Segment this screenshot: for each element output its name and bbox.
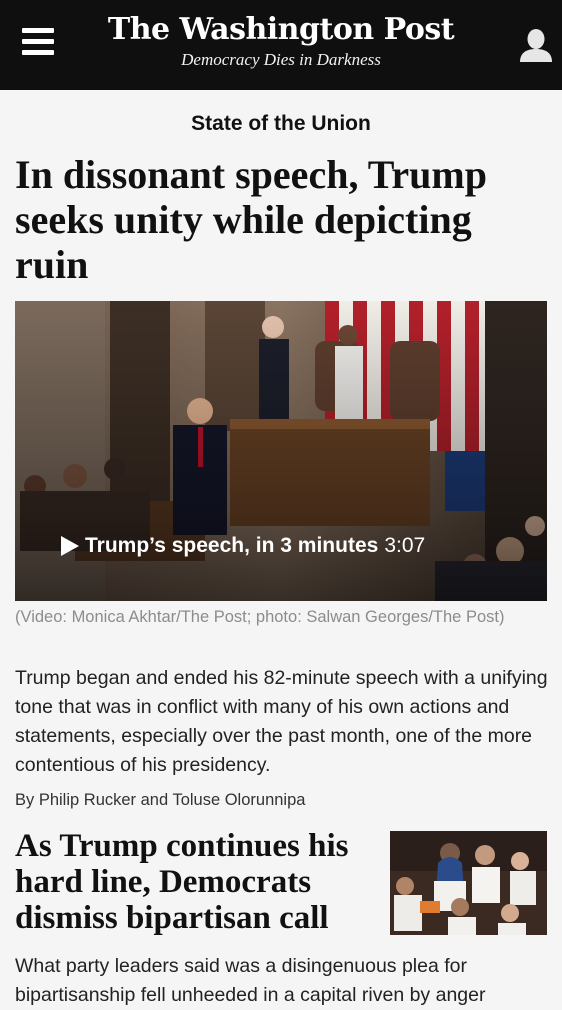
tagline: Democracy Dies in Darkness (181, 50, 381, 69)
photo-caption: (Video: Monica Akhtar/The Post; photo: S… (15, 608, 505, 626)
video-player[interactable]: Trump’s speech, in 3 minutes 3:07 (15, 301, 547, 601)
second-story-summary: What party leaders said was a disingenuo… (15, 955, 486, 1006)
video-title-bar[interactable]: Trump’s speech, in 3 minutes 3:07 (61, 533, 425, 559)
brand-logo[interactable]: The Washington Post (100, 10, 462, 50)
byline[interactable]: By Philip Rucker and Toluse Olorunnipa (15, 789, 545, 811)
second-story-thumbnail[interactable] (390, 831, 547, 935)
menu-icon[interactable] (22, 28, 54, 62)
top-story-headline[interactable]: In dissonant speech, Trump seeks unity w… (15, 152, 555, 287)
top-story-summary: Trump began and ended his 82-minute spee… (15, 667, 548, 776)
play-icon[interactable] (61, 536, 79, 556)
section-kicker[interactable]: State of the Union (0, 112, 562, 136)
site-header: The Washington Post Democracy Dies in Da… (0, 0, 562, 90)
video-title[interactable]: Trump’s speech, in 3 minutes (85, 534, 378, 558)
video-duration: 3:07 (384, 534, 426, 557)
second-story-headline[interactable]: As Trump continues his hard line, Democr… (15, 828, 380, 936)
user-icon[interactable] (518, 26, 554, 66)
masthead[interactable]: The Washington Post Democracy Dies in Da… (100, 10, 462, 70)
